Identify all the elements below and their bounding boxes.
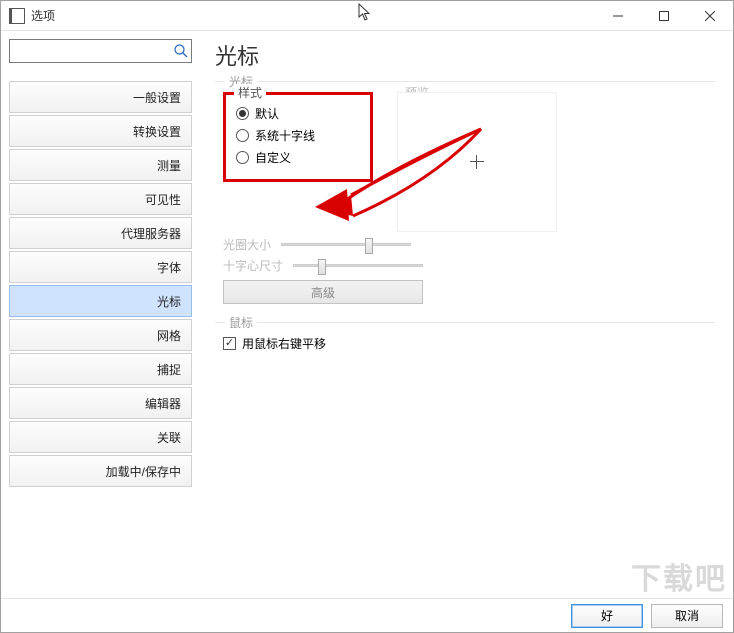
crosshair-icon: [470, 155, 484, 169]
minimize-button[interactable]: [595, 1, 641, 31]
sidebar-item-label: 光标: [157, 293, 181, 310]
sidebar-item-label: 代理服务器: [121, 225, 181, 242]
sidebar-item-2[interactable]: 测量: [9, 149, 192, 181]
close-button[interactable]: [687, 1, 733, 31]
sidebar-item-label: 捕捉: [157, 361, 181, 378]
sidebar-item-3[interactable]: 可见性: [9, 183, 192, 215]
app-icon: [9, 8, 25, 24]
slider-thumb[interactable]: [365, 238, 373, 254]
cancel-label: 取消: [675, 607, 699, 624]
ok-button[interactable]: 好: [571, 604, 643, 628]
page-title: 光标: [215, 39, 715, 71]
style-legend: 样式: [234, 84, 266, 101]
radio-default[interactable]: 默认: [236, 103, 354, 123]
radio-system-cross[interactable]: 系统十字线: [236, 125, 354, 145]
radio-label: 系统十字线: [255, 127, 315, 144]
radio-custom[interactable]: 自定义: [236, 147, 354, 167]
search-icon[interactable]: [173, 43, 189, 59]
sidebar-item-10[interactable]: 关联: [9, 421, 192, 453]
aperture-label: 光圈大小: [223, 236, 271, 253]
sidebar-item-8[interactable]: 捕捉: [9, 353, 192, 385]
mouse-group: 鼠标 用鼠标右键平移: [215, 322, 715, 360]
crosshair-size-label: 十字心尺寸: [223, 257, 283, 274]
sidebar-item-9[interactable]: 编辑器: [9, 387, 192, 419]
sidebar-item-4[interactable]: 代理服务器: [9, 217, 192, 249]
preview-box: [397, 92, 557, 232]
aperture-slider[interactable]: [281, 243, 411, 246]
sidebar-item-label: 网格: [157, 327, 181, 344]
crosshair-slider[interactable]: [293, 264, 423, 267]
crosshair-slider-row: 十字心尺寸: [223, 257, 707, 274]
sidebar-item-0[interactable]: 一般设置: [9, 81, 192, 113]
sidebar-item-label: 转换设置: [133, 123, 181, 140]
aperture-slider-row: 光圈大小: [223, 236, 707, 253]
sidebar-item-7[interactable]: 网格: [9, 319, 192, 351]
radio-icon: [236, 107, 249, 120]
cursor-icon: [358, 3, 374, 23]
window-title: 选项: [31, 7, 55, 24]
ok-label: 好: [601, 607, 613, 624]
slider-thumb[interactable]: [318, 259, 326, 275]
sidebar-item-1[interactable]: 转换设置: [9, 115, 192, 147]
cursor-group: 光标 样式 默认 系统十字线: [215, 81, 715, 312]
radio-label: 默认: [255, 105, 279, 122]
checkbox-icon: [223, 337, 236, 350]
sidebar-item-label: 可见性: [145, 191, 181, 208]
search-field[interactable]: [9, 39, 192, 63]
sidebar-item-label: 编辑器: [145, 395, 181, 412]
advanced-label: 高级: [311, 284, 335, 301]
main-panel: 光标 光标 样式 默认 系统十字线: [201, 31, 733, 598]
mouse-group-label: 鼠标: [225, 314, 257, 331]
radio-icon: [236, 129, 249, 142]
radio-label: 自定义: [255, 149, 291, 166]
titlebar: 选项: [1, 1, 733, 31]
style-fieldset: 样式 默认 系统十字线 自定义: [223, 92, 373, 182]
sidebar-item-label: 关联: [157, 429, 181, 446]
pan-checkbox-label: 用鼠标右键平移: [242, 335, 326, 352]
advanced-button[interactable]: 高级: [223, 280, 423, 304]
sidebar-item-label: 测量: [157, 157, 181, 174]
preview-field: 预览: [393, 92, 707, 232]
pan-checkbox-row[interactable]: 用鼠标右键平移: [223, 335, 707, 352]
sidebar-item-label: 加载中/保存中: [106, 463, 181, 480]
sidebar: 一般设置转换设置测量可见性代理服务器字体光标网格捕捉编辑器关联加载中/保存中: [1, 31, 201, 598]
sidebar-item-11[interactable]: 加载中/保存中: [9, 455, 192, 487]
sidebar-item-label: 一般设置: [133, 89, 181, 106]
cancel-button[interactable]: 取消: [651, 604, 723, 628]
sidebar-item-5[interactable]: 字体: [9, 251, 192, 283]
radio-icon: [236, 151, 249, 164]
footer: 好 取消: [1, 598, 733, 632]
search-input[interactable]: [14, 41, 173, 61]
sidebar-item-6[interactable]: 光标: [9, 285, 192, 317]
sidebar-item-label: 字体: [157, 259, 181, 276]
maximize-button[interactable]: [641, 1, 687, 31]
